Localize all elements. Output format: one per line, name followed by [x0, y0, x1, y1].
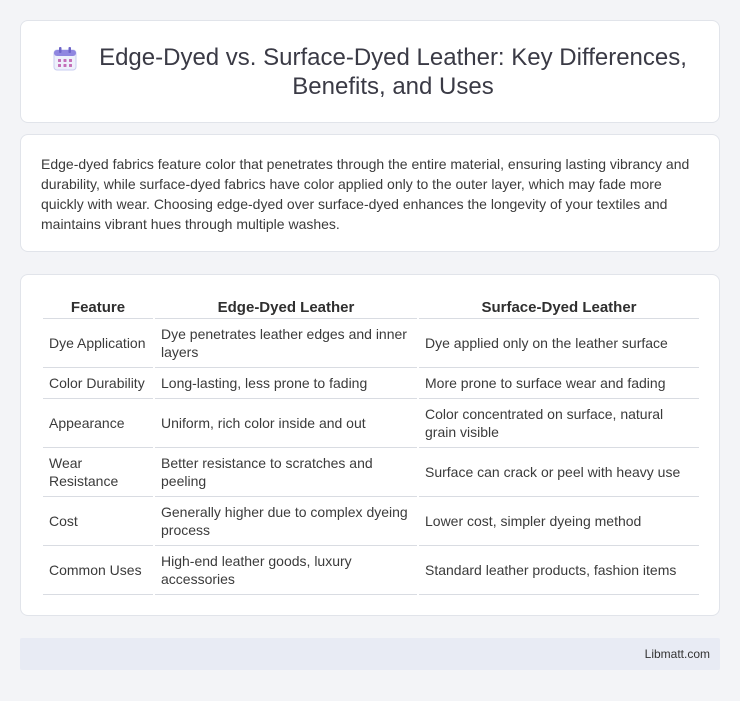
- intro-paragraph: Edge-dyed fabrics feature color that pen…: [41, 156, 690, 232]
- table-row: Appearance Uniform, rich color inside an…: [43, 399, 699, 448]
- table-row: Color Durability Long-lasting, less pron…: [43, 368, 699, 399]
- footer: Libmatt.com: [20, 638, 720, 670]
- row-feature-cell: Color Durability: [43, 368, 153, 399]
- surface-dyed-cell: Standard leather products, fashion items: [419, 546, 699, 595]
- comparison-table-card: Feature Edge-Dyed Leather Surface-Dyed L…: [20, 274, 720, 616]
- surface-dyed-cell: Color concentrated on surface, natural g…: [419, 399, 699, 448]
- calendar-icon: [53, 46, 77, 70]
- table-row: Common Uses High-end leather goods, luxu…: [43, 546, 699, 595]
- title-wrap: Edge-Dyed vs. Surface-Dyed Leather: Key …: [51, 43, 689, 101]
- intro-card: Edge-dyed fabrics feature color that pen…: [20, 134, 720, 252]
- surface-dyed-cell: More prone to surface wear and fading: [419, 368, 699, 399]
- table-header-row: Feature Edge-Dyed Leather Surface-Dyed L…: [43, 295, 699, 319]
- edge-dyed-cell: Generally higher due to complex dyeing p…: [155, 497, 417, 546]
- edge-dyed-cell: Better resistance to scratches and peeli…: [155, 448, 417, 497]
- row-feature-cell: Wear Resistance: [43, 448, 153, 497]
- row-feature-cell: Common Uses: [43, 546, 153, 595]
- surface-dyed-cell: Surface can crack or peel with heavy use: [419, 448, 699, 497]
- table-row: Wear Resistance Better resistance to scr…: [43, 448, 699, 497]
- row-feature-cell: Dye Application: [43, 319, 153, 368]
- edge-dyed-cell: High-end leather goods, luxury accessori…: [155, 546, 417, 595]
- comparison-table: Feature Edge-Dyed Leather Surface-Dyed L…: [41, 295, 701, 595]
- footer-site-link[interactable]: Libmatt.com: [645, 647, 710, 661]
- column-header-edge-dyed: Edge-Dyed Leather: [155, 295, 417, 319]
- column-header-feature: Feature: [43, 295, 153, 319]
- edge-dyed-cell: Long-lasting, less prone to fading: [155, 368, 417, 399]
- surface-dyed-cell: Dye applied only on the leather surface: [419, 319, 699, 368]
- edge-dyed-cell: Uniform, rich color inside and out: [155, 399, 417, 448]
- row-feature-cell: Cost: [43, 497, 153, 546]
- title-card: Edge-Dyed vs. Surface-Dyed Leather: Key …: [20, 20, 720, 123]
- surface-dyed-cell: Lower cost, simpler dyeing method: [419, 497, 699, 546]
- column-header-surface-dyed: Surface-Dyed Leather: [419, 295, 699, 319]
- page-title: Edge-Dyed vs. Surface-Dyed Leather: Key …: [99, 43, 687, 100]
- table-row: Cost Generally higher due to complex dye…: [43, 497, 699, 546]
- table-row: Dye Application Dye penetrates leather e…: [43, 319, 699, 368]
- edge-dyed-cell: Dye penetrates leather edges and inner l…: [155, 319, 417, 368]
- row-feature-cell: Appearance: [43, 399, 153, 448]
